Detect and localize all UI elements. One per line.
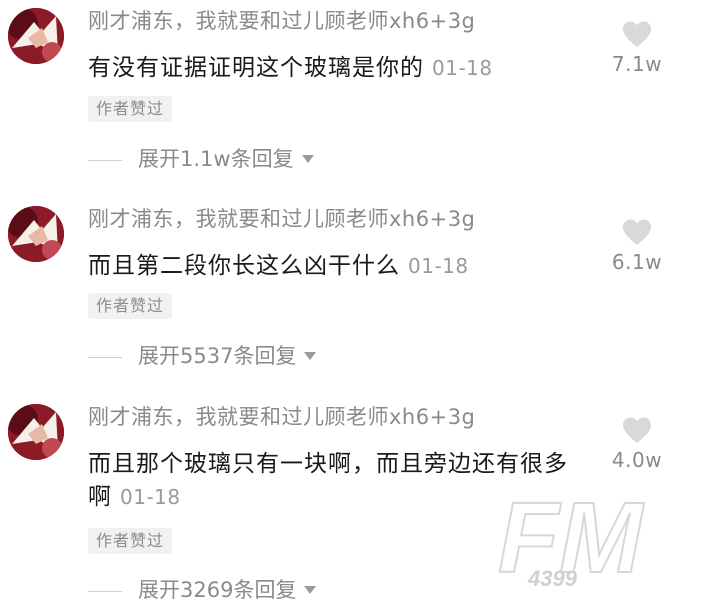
- expand-replies-label: 展开3269条回复: [138, 578, 297, 602]
- divider-line: [88, 590, 122, 592]
- caret-down-icon: [304, 351, 317, 360]
- comment-text: 有没有证据证明这个玻璃是你的 01-18: [88, 52, 588, 85]
- avatar[interactable]: [8, 8, 64, 64]
- comment-item: 刚才浦东，我就要和过儿顾老师xh6+3g 而且第二段你长这么凶干什么 01-18 …: [0, 204, 706, 388]
- watermark-sub: 4399: [527, 566, 578, 591]
- divider-line: [88, 356, 122, 358]
- username[interactable]: 刚才浦东，我就要和过儿顾老师xh6+3g: [88, 6, 475, 36]
- username[interactable]: 刚才浦东，我就要和过儿顾老师xh6+3g: [88, 204, 475, 234]
- heart-icon: [623, 219, 651, 245]
- comment-body: 而且第二段你长这么凶干什么: [88, 253, 400, 279]
- like-button[interactable]: 6.1w: [604, 218, 670, 274]
- avatar[interactable]: [8, 404, 64, 460]
- like-count: 6.1w: [611, 250, 663, 274]
- heart-icon: [623, 417, 651, 443]
- caret-down-icon: [301, 154, 314, 163]
- comment-date: 01-18: [120, 485, 181, 509]
- expand-replies-button[interactable]: 展开1.1w条回复: [88, 144, 314, 174]
- fm4399-watermark: FM 4399: [492, 481, 678, 596]
- comment-date: 01-18: [408, 254, 469, 278]
- like-button[interactable]: 7.1w: [604, 20, 670, 76]
- expand-replies-label: 展开1.1w条回复: [138, 147, 294, 171]
- like-button[interactable]: 4.0w: [604, 416, 670, 472]
- avatar[interactable]: [8, 206, 64, 262]
- author-liked-badge: 作者赞过: [88, 528, 173, 554]
- username[interactable]: 刚才浦东，我就要和过儿顾老师xh6+3g: [88, 402, 475, 432]
- caret-down-icon: [304, 585, 317, 594]
- comment-list: 刚才浦东，我就要和过儿顾老师xh6+3g 有没有证据证明这个玻璃是你的 01-18…: [0, 0, 706, 606]
- comment-item: 刚才浦东，我就要和过儿顾老师xh6+3g 有没有证据证明这个玻璃是你的 01-18…: [0, 6, 706, 190]
- author-liked-badge: 作者赞过: [88, 96, 173, 122]
- divider-line: [88, 159, 122, 161]
- comment-text: 而且第二段你长这么凶干什么 01-18: [88, 250, 588, 283]
- comment-body: 有没有证据证明这个玻璃是你的: [88, 55, 424, 81]
- expand-replies-button[interactable]: 展开5537条回复: [88, 341, 317, 371]
- like-count: 4.0w: [611, 448, 663, 472]
- heart-icon: [623, 21, 651, 47]
- comment-date: 01-18: [432, 56, 493, 80]
- expand-replies-button[interactable]: 展开3269条回复: [88, 575, 317, 605]
- expand-replies-label: 展开5537条回复: [138, 344, 297, 368]
- like-count: 7.1w: [611, 52, 663, 76]
- author-liked-badge: 作者赞过: [88, 293, 173, 319]
